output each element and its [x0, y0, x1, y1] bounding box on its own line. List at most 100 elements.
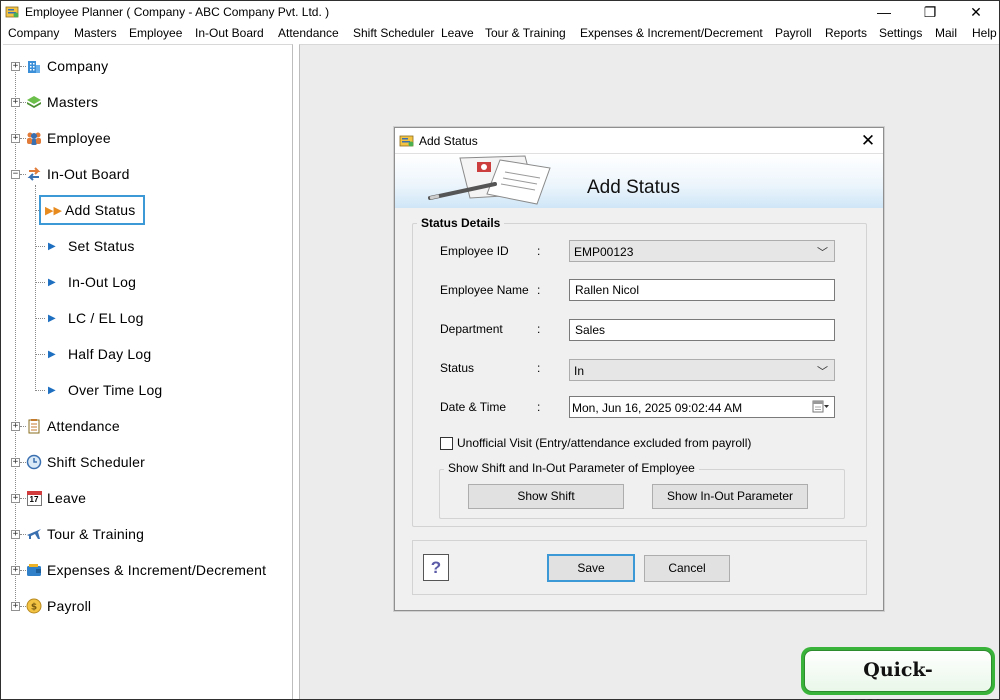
dialog-banner: Add Status — [395, 154, 883, 208]
employee-id-label: Employee ID — [440, 244, 509, 258]
expand-icon[interactable]: + — [11, 458, 20, 467]
date-time-picker[interactable]: Mon, Jun 16, 2025 09:02:44 AM — [569, 396, 835, 418]
document-pen-icon — [428, 155, 551, 205]
arrow-right-icon: ▶ — [48, 312, 56, 324]
tree-node-half-day-log[interactable]: ▶ Half Day Log — [48, 343, 151, 365]
menu-expenses[interactable]: Expenses & Increment/Decrement — [580, 26, 763, 40]
cancel-button[interactable]: Cancel — [644, 555, 730, 582]
tree-connector — [35, 282, 45, 283]
tree-node-company[interactable]: Company — [25, 56, 108, 76]
expand-icon[interactable]: + — [11, 566, 20, 575]
tree-node-set-status[interactable]: ▶ Set Status — [48, 235, 135, 257]
menu-masters[interactable]: Masters — [74, 26, 117, 40]
field-colon: : — [537, 283, 541, 297]
expand-icon[interactable]: + — [11, 602, 20, 611]
menu-tour-training[interactable]: Tour & Training — [485, 26, 566, 40]
tree-node-label: Shift Scheduler — [47, 454, 145, 470]
employee-name-field[interactable]: Rallen Nicol — [569, 279, 835, 301]
dialog-close-icon[interactable]: ✕ — [857, 130, 879, 152]
expand-icon[interactable]: + — [11, 530, 20, 539]
tree-node-label: Over Time Log — [68, 382, 163, 398]
help-button[interactable]: ? — [423, 554, 449, 581]
field-colon: : — [537, 361, 541, 375]
collapse-icon[interactable]: − — [11, 170, 20, 179]
status-value: In — [574, 364, 585, 378]
tree-node-add-status[interactable]: ▶▶ Add Status — [39, 195, 145, 225]
show-shift-button[interactable]: Show Shift — [468, 484, 624, 509]
menu-employee[interactable]: Employee — [129, 26, 182, 40]
maximize-icon[interactable]: ❐ — [907, 1, 953, 23]
tree-node-leave[interactable]: 17 Leave — [25, 488, 86, 508]
tree-node-shift-scheduler[interactable]: Shift Scheduler — [25, 452, 145, 472]
show-in-out-parameter-button[interactable]: Show In-Out Parameter — [652, 484, 808, 509]
expand-icon[interactable]: + — [11, 62, 20, 71]
employee-id-value: EMP00123 — [574, 245, 634, 259]
window-title: Employee Planner ( Company - ABC Company… — [25, 5, 330, 19]
wallet-icon — [25, 561, 43, 579]
menu-help[interactable]: Help — [972, 26, 997, 40]
menu-in-out-board[interactable]: In-Out Board — [195, 26, 264, 40]
tree-connector — [35, 390, 45, 391]
arrow-right-icon: ▶ — [48, 276, 56, 288]
tree-node-expenses[interactable]: Expenses & Increment/Decrement — [25, 560, 266, 580]
employee-id-dropdown[interactable]: EMP00123 ﹀ — [569, 240, 835, 262]
menu-mail[interactable]: Mail — [935, 26, 957, 40]
tree-node-masters[interactable]: Masters — [25, 92, 98, 112]
menu-reports[interactable]: Reports — [825, 26, 867, 40]
expand-icon[interactable]: + — [11, 494, 20, 503]
tree-node-label: LC / EL Log — [68, 310, 144, 326]
layers-icon — [25, 93, 43, 111]
app-icon — [5, 6, 19, 18]
tree-connector — [35, 318, 45, 319]
employee-name-label: Employee Name — [440, 283, 529, 297]
tree-node-label: Set Status — [68, 238, 135, 254]
expand-icon[interactable]: + — [11, 98, 20, 107]
unofficial-visit-row[interactable]: Unofficial Visit (Entry/attendance exclu… — [440, 436, 751, 450]
tree-node-attendance[interactable]: Attendance — [25, 416, 120, 436]
expand-icon[interactable]: + — [11, 422, 20, 431]
tree-node-in-out-log[interactable]: ▶ In-Out Log — [48, 271, 136, 293]
arrow-right-icon: ▶ — [48, 384, 56, 396]
tree-node-tour-training[interactable]: Tour & Training — [25, 524, 144, 544]
quick-billing-watermark: Quick-Billing.com — [801, 647, 995, 700]
expand-icon[interactable]: + — [11, 134, 20, 143]
save-button[interactable]: Save — [547, 554, 635, 582]
menu-settings[interactable]: Settings — [879, 26, 922, 40]
unofficial-visit-checkbox[interactable] — [440, 436, 453, 450]
dialog-title-bar: Add Status ✕ — [395, 128, 883, 154]
field-colon: : — [537, 400, 541, 414]
dialog-app-icon — [399, 135, 414, 147]
airplane-icon — [25, 525, 43, 543]
title-bar: Employee Planner ( Company - ABC Company… — [1, 1, 999, 23]
field-colon: : — [537, 322, 541, 336]
minimize-icon[interactable]: — — [861, 1, 907, 23]
tree-node-label: Leave — [47, 490, 87, 506]
menu-leave[interactable]: Leave — [441, 26, 474, 40]
tree-node-over-time-log[interactable]: ▶ Over Time Log — [48, 379, 162, 401]
field-colon: : — [537, 244, 541, 258]
tree-node-lc-el-log[interactable]: ▶ LC / EL Log — [48, 307, 144, 329]
clock-icon — [25, 453, 43, 471]
menu-bar: Company Masters Employee In-Out Board At… — [1, 23, 999, 43]
menu-shift-scheduler[interactable]: Shift Scheduler — [353, 26, 434, 40]
tree-node-label: Employee — [47, 130, 111, 146]
department-field[interactable]: Sales — [569, 319, 835, 341]
status-dropdown[interactable]: In ﹀ — [569, 359, 835, 381]
tree-node-in-out-board[interactable]: In-Out Board — [25, 164, 130, 184]
calendar-dropdown-icon[interactable] — [812, 400, 830, 414]
tree-connector — [35, 354, 45, 355]
tree-node-label: Attendance — [47, 418, 120, 434]
menu-company[interactable]: Company — [8, 26, 59, 40]
tree-node-employee[interactable]: Employee — [25, 128, 111, 148]
checklist-icon — [25, 417, 43, 435]
menu-payroll[interactable]: Payroll — [775, 26, 812, 40]
group-title: Status Details — [417, 216, 505, 230]
unofficial-visit-label: Unofficial Visit (Entry/attendance exclu… — [457, 436, 752, 450]
close-icon[interactable]: ✕ — [953, 1, 999, 23]
menu-attendance[interactable]: Attendance — [278, 26, 339, 40]
tree-node-payroll[interactable]: $ Payroll — [25, 596, 91, 616]
status-label: Status — [440, 361, 475, 375]
tree-node-label: Expenses & Increment/Decrement — [47, 562, 267, 578]
double-arrow-icon: ▶▶ — [45, 204, 62, 217]
tree-node-label: Tour & Training — [47, 526, 145, 542]
